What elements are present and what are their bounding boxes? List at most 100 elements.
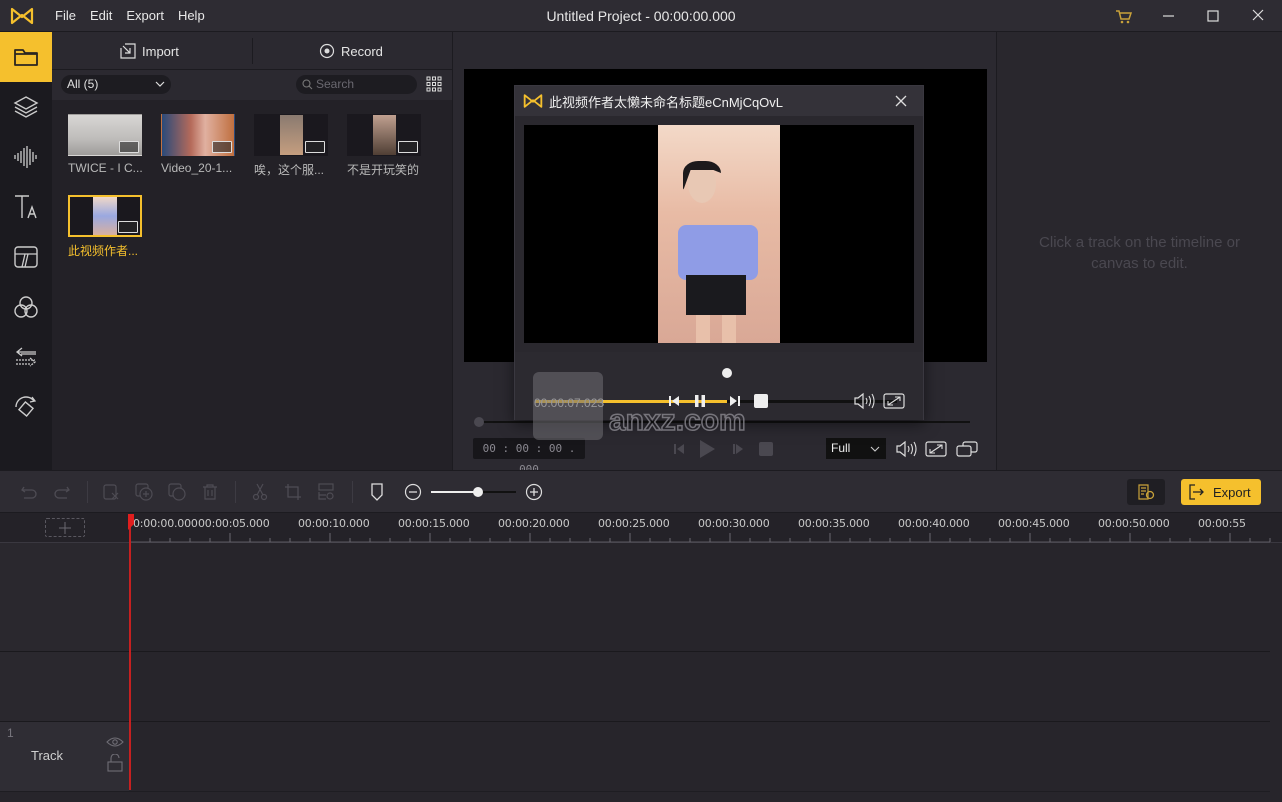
video-badge-icon [118,221,138,233]
close-icon[interactable] [895,95,907,107]
clip-settings-icon[interactable] [317,483,335,501]
properties-panel: Click a track on the timeline or canvas … [996,32,1282,470]
sidebar-item-templates[interactable] [0,232,52,282]
ruler-label: 00:00:30.000 [698,517,770,530]
play-icon[interactable] [698,439,716,459]
media-toolbar: Import Record [52,32,452,70]
stop-icon[interactable] [759,442,773,456]
record-label: Record [341,43,383,59]
eye-icon[interactable] [106,736,124,748]
delete-gap-icon[interactable] [102,483,120,501]
popup-video-frame[interactable] [524,125,914,343]
media-caption: 不是开玩笑的 [347,163,420,177]
export-settings-button[interactable] [1127,479,1165,505]
chevron-down-icon [870,446,880,452]
minimize-icon[interactable] [1158,6,1180,26]
next-frame-icon[interactable] [727,394,741,408]
waveform-icon [14,146,37,168]
divider [87,481,88,503]
sidebar [0,32,52,470]
media-filter-dropdown[interactable]: All (5) [61,75,171,94]
volume-icon[interactable] [853,392,875,410]
properties-hint: Click a track on the timeline or canvas … [997,232,1282,274]
marker-icon[interactable] [368,483,386,501]
prev-frame-icon[interactable] [672,442,686,456]
media-caption: Video_20-1... [161,161,233,175]
sidebar-item-effects[interactable] [0,282,52,332]
next-frame-icon[interactable] [731,442,745,456]
scissors-icon[interactable] [251,483,269,501]
zoom-out-icon[interactable] [404,483,422,501]
sidebar-item-media[interactable] [0,32,52,82]
unlock-icon[interactable] [107,754,123,772]
zoom-value: Full [831,441,851,455]
maximize-icon[interactable] [1202,6,1224,26]
popup-title-bar[interactable]: 此视频作者太懒未命名标题eCnMjCqOvL [515,86,923,116]
media-search-input[interactable]: Search [296,75,417,94]
settings-doc-icon [1138,484,1155,500]
media-thumbnail [347,114,421,156]
timeline-ruler[interactable]: 0:00:00.000 00:00:05.000 00:00:10.000 00:00… [0,513,1282,543]
close-icon[interactable] [1247,6,1269,26]
volume-icon[interactable] [895,440,917,458]
ruler-label: 00:00:35.000 [798,517,870,530]
media-item[interactable]: 不是开玩笑的 [347,114,423,178]
sidebar-item-audio[interactable] [0,132,52,182]
timeline-zoom-handle[interactable] [472,487,483,497]
zoom-in-icon[interactable] [525,483,543,501]
playhead-handle-icon[interactable] [128,514,136,530]
ruler-label: 00:00:05.000 [198,517,270,530]
export-icon [1189,484,1204,500]
template-icon [14,246,38,268]
add-copy-icon[interactable] [135,483,153,501]
record-button[interactable]: Record [319,32,383,70]
sidebar-item-layers[interactable] [0,82,52,132]
pause-icon[interactable] [693,394,707,408]
grid-view-icon[interactable] [426,76,442,92]
fullscreen-icon[interactable] [925,440,947,458]
sidebar-item-text[interactable] [0,182,52,232]
redo-icon[interactable] [53,483,71,501]
stop-icon[interactable] [754,394,768,408]
track-number: 1 [7,726,14,740]
export-button[interactable]: Export [1181,479,1261,505]
track-label: Track [31,748,64,763]
prev-frame-icon[interactable] [667,394,681,408]
crop-icon[interactable] [284,483,302,501]
track-header[interactable]: 1 Track [0,722,129,791]
sidebar-item-motion[interactable] [0,382,52,432]
trash-icon[interactable] [201,483,219,501]
video-badge-icon [398,141,418,153]
layers-icon [13,96,39,118]
import-button[interactable]: Import [120,32,179,70]
undo-icon[interactable] [20,483,38,501]
duplicate-icon[interactable] [168,483,186,501]
menu-help[interactable]: Help [178,8,205,23]
popout-icon[interactable] [956,440,978,458]
fullscreen-icon[interactable] [883,392,905,410]
ruler-label: 00:00:10.000 [298,517,370,530]
popup-progress-handle[interactable] [721,368,732,378]
track-divider [0,791,1270,792]
preview-scrubber-track[interactable] [478,421,970,423]
ruler-label: 00:00:50.000 [1098,517,1170,530]
ruler-label: 0:00:00.000 [133,517,198,530]
menu-export[interactable]: Export [126,8,164,23]
zoom-dropdown[interactable]: Full [826,438,886,459]
title-bar: File Edit Export Help Untitled Project -… [0,0,1282,32]
popup-time: 00:00:07.023 [534,396,605,410]
media-item[interactable]: 唉，这个服... [254,114,330,178]
media-item-selected[interactable]: 此视频作者... [68,195,144,259]
sidebar-item-transitions[interactable] [0,332,52,382]
preview-scrubber-handle[interactable] [474,417,484,427]
media-item[interactable]: Video_20-1... [161,114,237,175]
menu-file[interactable]: File [55,8,76,23]
cart-icon[interactable] [1113,6,1135,26]
playhead[interactable] [129,514,131,790]
ruler-label: 00:00:40.000 [898,517,970,530]
menu-edit[interactable]: Edit [90,8,112,23]
media-item[interactable]: TWICE - I C... [68,114,144,175]
popup-player-window: 此视频作者太懒未命名标题eCnMjCqOvL 00:00:07.023 [514,85,924,420]
timeline-zoom-fill [431,491,478,493]
menu-bar: File Edit Export Help [55,8,219,23]
